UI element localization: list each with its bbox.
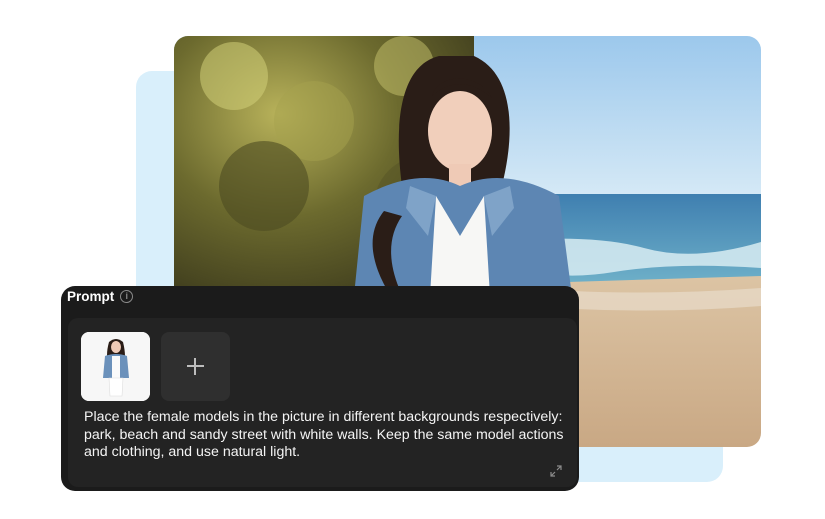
prompt-text[interactable]: Place the female models in the picture i…	[84, 409, 564, 462]
prompt-input-area[interactable]: Place the female models in the picture i…	[68, 318, 577, 487]
info-icon[interactable]: i	[120, 290, 134, 303]
expand-icon[interactable]	[550, 464, 562, 482]
prompt-header: Prompt i	[67, 289, 134, 304]
add-image-button[interactable]	[161, 332, 230, 401]
prompt-panel: Prompt i Place the female models in the …	[61, 286, 579, 491]
reference-image-thumbnail[interactable]	[81, 332, 150, 401]
prompt-title: Prompt	[67, 289, 115, 304]
